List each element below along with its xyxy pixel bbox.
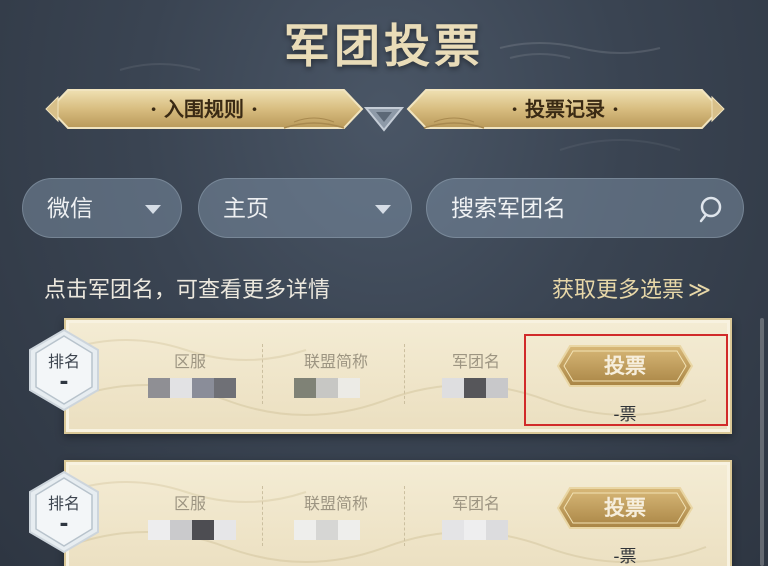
double-chevron-right-icon: ≫	[688, 278, 712, 303]
entry-rules-button[interactable]: · 入围规则 ·	[44, 84, 364, 134]
server-column-header: 区服	[173, 352, 206, 371]
vote-button-label: 投票	[604, 495, 646, 520]
column-divider	[404, 486, 405, 546]
caret-down-icon	[375, 205, 391, 214]
rank-badge: 排名 -	[28, 470, 100, 554]
platform-dropdown[interactable]: 微信	[22, 178, 182, 238]
server-value-redacted	[148, 378, 236, 398]
column-divider	[262, 344, 263, 404]
column-divider	[262, 486, 263, 546]
legion-value-redacted[interactable]	[442, 520, 508, 540]
alliance-column-header: 联盟简称	[303, 352, 368, 371]
rank-badge: 排名 -	[28, 328, 100, 412]
get-more-votes-link[interactable]: 获取更多选票 ≫	[552, 272, 711, 304]
search-placeholder: 搜索军团名	[451, 196, 566, 222]
caret-down-icon	[145, 205, 161, 214]
legion-card: 排名 - 区服 联盟简称 军团名 投票 -票	[29, 460, 732, 566]
legion-column-header: 军团名	[451, 494, 500, 513]
alliance-value-redacted	[294, 378, 360, 398]
scope-dropdown-value: 主页	[223, 196, 269, 222]
chevron-down-icon	[363, 107, 405, 132]
vote-record-label: · 投票记录 ·	[511, 97, 619, 121]
alliance-value-redacted	[294, 520, 360, 540]
vote-area-highlight	[524, 334, 728, 426]
vote-button[interactable]: 投票	[556, 484, 694, 532]
scope-dropdown[interactable]: 主页	[198, 178, 412, 238]
rank-label: 排名	[47, 352, 80, 371]
rank-label: 排名	[47, 494, 80, 513]
column-divider	[404, 344, 405, 404]
rank-value: -	[59, 512, 69, 537]
vote-record-button[interactable]: · 投票记录 ·	[404, 84, 726, 134]
legion-value-redacted[interactable]	[442, 378, 508, 398]
entry-rules-label: · 入围规则 ·	[150, 97, 258, 121]
rank-value: -	[59, 370, 69, 395]
platform-dropdown-value: 微信	[47, 196, 93, 222]
legion-search-input[interactable]: 搜索军团名	[426, 178, 744, 238]
server-column-header: 区服	[173, 494, 206, 513]
server-value-redacted	[148, 520, 236, 540]
legion-column-header: 军团名	[451, 352, 500, 371]
alliance-column-header: 联盟简称	[303, 494, 368, 513]
search-icon[interactable]	[699, 195, 727, 223]
page-title: 军团投票	[284, 19, 484, 73]
vote-count: -票	[613, 547, 637, 566]
scrollbar[interactable]	[760, 318, 764, 566]
details-hint-text: 点击军团名，可查看更多详情	[44, 278, 331, 303]
get-more-votes-label: 获取更多选票	[552, 278, 685, 303]
